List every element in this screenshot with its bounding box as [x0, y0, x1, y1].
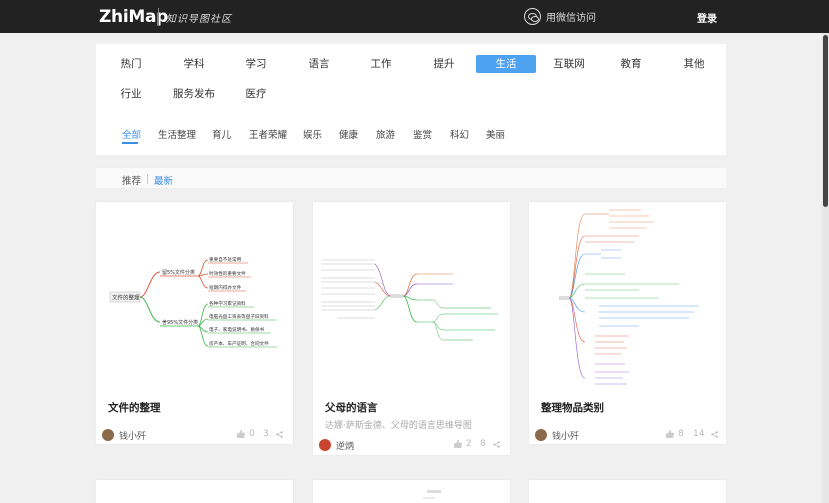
category-life[interactable]: 生活 [476, 55, 536, 73]
category-hot[interactable]: 热门 [108, 55, 154, 73]
view-count-value: 14 [693, 429, 705, 439]
mindmap-thumbnail[interactable] [529, 202, 726, 389]
sort-recommended[interactable]: 推荐 [122, 173, 141, 187]
mindmap-leaf: 电脑光盘工资表等盘子旧资料 [209, 313, 269, 320]
mindmap-card[interactable] [96, 480, 293, 503]
author-avatar[interactable] [535, 429, 547, 441]
view-count: 14 [693, 429, 704, 439]
mindmap-leaf: 各种学习累记资料 [209, 300, 246, 307]
mindmap-card[interactable] [313, 480, 510, 503]
category-study[interactable]: 学习 [233, 55, 279, 73]
sort-latest[interactable]: 最新 [154, 173, 173, 187]
mindmap-card[interactable]: 文件的整理 留5%文件分类 重要自不处常用 时效性的重要文件 短期内得办文件 舍… [96, 202, 293, 444]
category-services[interactable]: 服务发布 [171, 85, 217, 103]
card-footer: 钱小歼 8 14 [529, 426, 726, 446]
mindmap-preview [559, 209, 699, 385]
category-internet[interactable]: 互联网 [546, 55, 592, 73]
subcategory-scifi[interactable]: 科幻 [450, 129, 469, 143]
sort-bar: 推荐 最新 [96, 167, 726, 189]
category-improve[interactable]: 提升 [421, 55, 467, 73]
author-name[interactable]: 逆炳 [336, 439, 354, 452]
mindmap-leaf: 短期内得办文件 [209, 284, 242, 291]
like-count[interactable]: 2 [454, 439, 472, 449]
card-footer: 逆炳 2 8 [313, 436, 510, 456]
wechat-access-link[interactable]: 用微信访问 [524, 8, 596, 25]
mindmap-card[interactable] [529, 480, 726, 503]
category-work[interactable]: 工作 [358, 55, 404, 73]
thumbs-up-icon [666, 430, 674, 438]
active-subcategory-underline [122, 142, 138, 144]
page-scrollbar[interactable] [822, 33, 829, 503]
like-count-value: 8 [678, 429, 684, 439]
subcategory-travel[interactable]: 旅游 [376, 129, 395, 143]
wechat-icon [524, 8, 541, 25]
category-medical[interactable]: 医疗 [233, 85, 279, 103]
sort-divider [147, 174, 148, 184]
subcategory-health[interactable]: 健康 [339, 129, 358, 143]
category-language[interactable]: 语言 [296, 55, 342, 73]
mindmap-preview [423, 490, 441, 499]
view-count: 8 [480, 439, 486, 449]
share-icon[interactable] [276, 431, 283, 438]
subcategory-parenting[interactable]: 育儿 [212, 129, 231, 143]
wechat-access-label: 用微信访问 [546, 13, 596, 24]
card-footer: 钱小歼 0 3 [96, 426, 293, 446]
mindmap-preview: 文件的整理 留5%文件分类 重要自不处常用 时效性的重要文件 短期内得办文件 舍… [109, 256, 277, 348]
mindmap-thumbnail[interactable] [313, 202, 510, 389]
category-panel: 热门 学科 学习 语言 工作 提升 生活 互联网 教育 其他 行业 服务发布 医… [96, 44, 726, 155]
author-avatar[interactable] [319, 439, 331, 451]
logo-divider [158, 8, 159, 25]
view-count: 3 [263, 429, 269, 439]
like-count[interactable]: 0 [237, 429, 255, 439]
card-title[interactable]: 整理物品类别 [541, 400, 604, 415]
subcategory-honor-of-kings[interactable]: 王者荣耀 [249, 129, 287, 143]
site-slogan: 知识导图社区 [166, 14, 232, 25]
category-education[interactable]: 教育 [608, 55, 654, 73]
subcategory-entertainment[interactable]: 娱乐 [303, 129, 322, 143]
mindmap-leaf: 时效性的重要文件 [209, 270, 246, 277]
like-count-value: 0 [249, 429, 255, 439]
subcategory-beauty[interactable]: 美丽 [486, 129, 505, 143]
subcategory-life-organize[interactable]: 生活整理 [158, 129, 196, 143]
mindmap-thumbnail[interactable]: 文件的整理 留5%文件分类 重要自不处常用 时效性的重要文件 短期内得办文件 舍… [96, 202, 293, 389]
card-description: 达娜·萨斯金德、父母的语言思维导图 [325, 421, 472, 431]
share-icon[interactable] [493, 441, 500, 448]
subcategory-all[interactable]: 全部 [122, 129, 141, 143]
login-button[interactable]: 登录 [697, 10, 717, 25]
mindmap-branch-keep: 留5%文件分类 [162, 269, 195, 276]
thumbs-up-icon [237, 430, 245, 438]
mindmap-card[interactable]: 父母的语言 达娜·萨斯金德、父母的语言思维导图 逆炳 2 8 [313, 202, 510, 455]
mindmap-leaf: 重要自不处常用 [209, 256, 242, 263]
view-count-value: 8 [480, 439, 486, 449]
share-icon[interactable] [711, 431, 718, 438]
view-count-value: 3 [263, 429, 269, 439]
category-subjects[interactable]: 学科 [171, 55, 217, 73]
mindmap-root-label: 文件的整理 [112, 294, 140, 302]
mindmap-branch-discard: 舍95%文件分类 [162, 319, 198, 326]
author-name[interactable]: 钱小歼 [119, 429, 146, 442]
category-industry[interactable]: 行业 [108, 85, 154, 103]
mindmap-card[interactable]: 整理物品类别 钱小歼 8 14 [529, 202, 726, 444]
mindmap-leaf: 电子、家电说明书、质保书 [209, 326, 265, 333]
author-avatar[interactable] [102, 429, 114, 441]
category-other[interactable]: 其他 [671, 55, 717, 73]
author-name[interactable]: 钱小歼 [552, 429, 579, 442]
like-count-value: 2 [466, 439, 472, 449]
top-header: ZhiMap 知识导图社区 用微信访问 登录 [0, 0, 829, 33]
thumbs-up-icon [454, 440, 462, 448]
mindmap-leaf: 房产本、车产证明、合同文件 [209, 340, 269, 347]
card-title[interactable]: 文件的整理 [108, 400, 161, 415]
subcategory-appreciation[interactable]: 鉴赏 [413, 129, 432, 143]
card-title[interactable]: 父母的语言 [325, 400, 378, 415]
mindmap-preview [321, 259, 498, 341]
scrollbar-thumb[interactable] [823, 35, 828, 207]
like-count[interactable]: 8 [666, 429, 684, 439]
